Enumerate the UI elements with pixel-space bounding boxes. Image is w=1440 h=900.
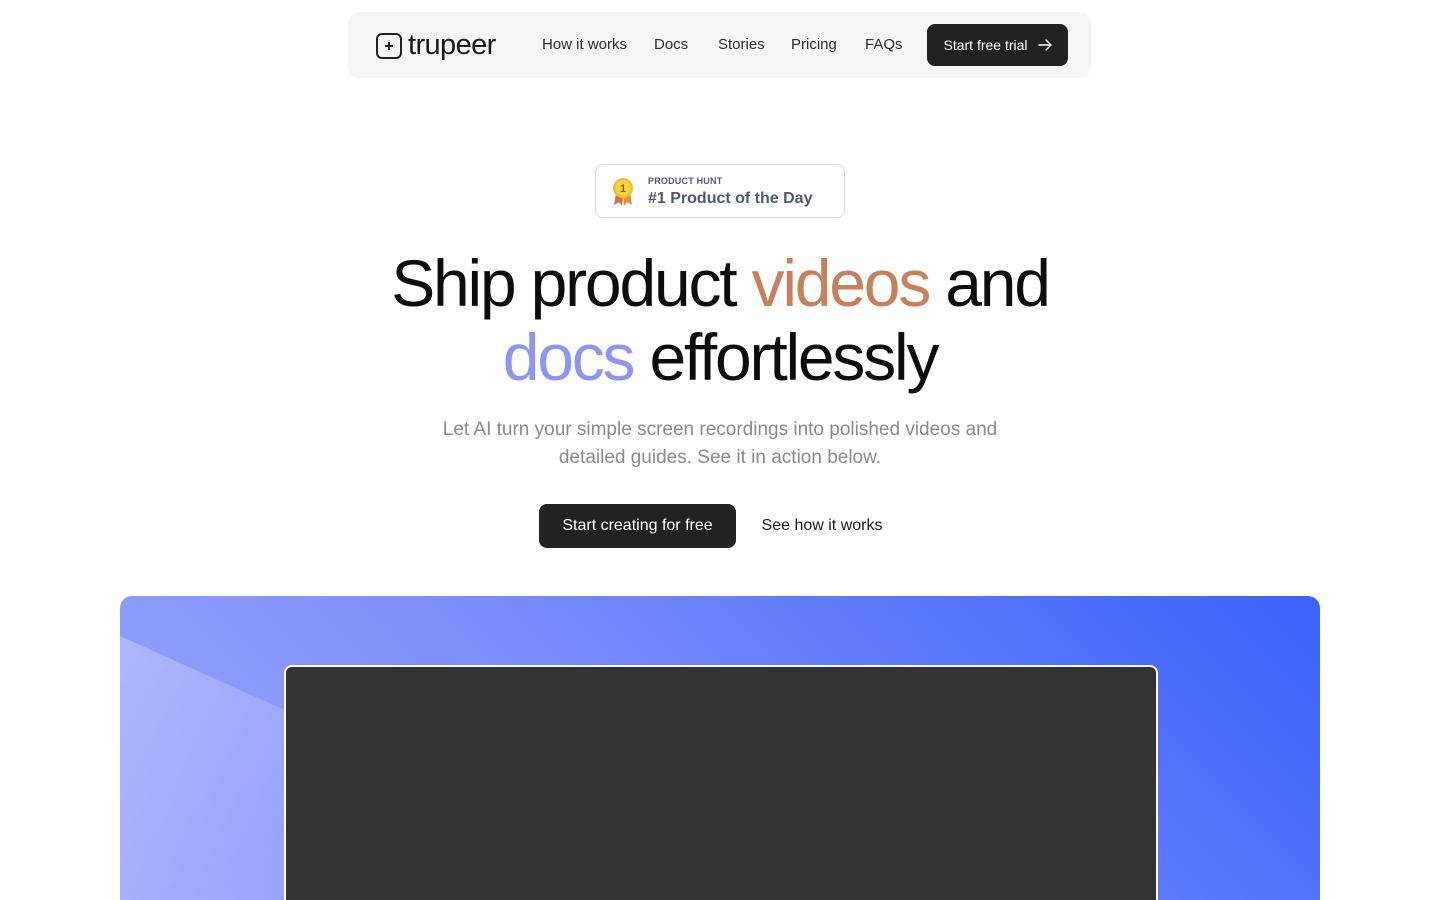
headline-part-2: and [929, 246, 1051, 320]
arrow-right-icon [1037, 39, 1052, 51]
logo[interactable]: trupeer [376, 31, 496, 60]
hero-subheading: Let AI turn your simple screen recording… [442, 419, 998, 468]
nav-link-docs[interactable]: Docs [654, 36, 688, 54]
headline-highlight-videos: videos [751, 246, 932, 320]
badge-source-label: PRODUCT HUNT [648, 176, 723, 186]
nav-link-stories[interactable]: Stories [718, 36, 765, 54]
product-hunt-badge[interactable]: 1 PRODUCT HUNT #1 Product of the Day [595, 164, 845, 218]
logo-mark-icon [376, 32, 402, 59]
headline-highlight-docs: docs [502, 320, 636, 394]
nav-link-how-it-works[interactable]: How it works [542, 36, 627, 54]
start-free-trial-button[interactable]: Start free trial [927, 24, 1068, 66]
nav-link-pricing[interactable]: Pricing [791, 36, 837, 54]
start-free-trial-label: Start free trial [943, 37, 1028, 53]
medal-number: 1 [620, 183, 626, 195]
nav-link-faqs[interactable]: FAQs [865, 36, 903, 54]
see-how-it-works-link[interactable]: See how it works [756, 504, 888, 548]
top-navbar: trupeer How it works Docs Stories Pricin… [348, 12, 1091, 78]
headline-part-3: effortlessly [633, 320, 939, 394]
demo-video-player[interactable] [284, 665, 1158, 900]
hero-media-section [120, 596, 1320, 900]
start-creating-button[interactable]: Start creating for free [539, 504, 736, 548]
medal-icon: 1 [613, 178, 633, 206]
landing-page: trupeer How it works Docs Stories Pricin… [0, 0, 1440, 900]
logo-text: trupeer [408, 29, 496, 61]
headline-part-1: Ship product [391, 246, 752, 320]
hero-headline: Ship product videos and docs effortlessl… [0, 246, 1440, 394]
badge-title: #1 Product of the Day [648, 190, 813, 207]
